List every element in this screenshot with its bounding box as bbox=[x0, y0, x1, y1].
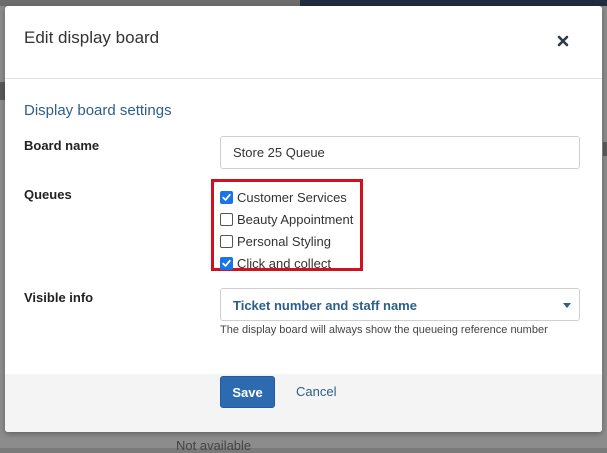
queue-label: Click and collect bbox=[237, 255, 331, 271]
queue-checkbox[interactable] bbox=[220, 212, 233, 226]
queue-label: Customer Services bbox=[237, 189, 347, 205]
queue-item[interactable]: Customer Services bbox=[220, 187, 347, 207]
section-title: Display board settings bbox=[24, 102, 172, 119]
queue-item[interactable]: Personal Styling bbox=[220, 231, 331, 251]
checkmark-icon bbox=[222, 259, 231, 267]
queue-checkbox[interactable] bbox=[220, 190, 233, 204]
caret-down-icon bbox=[563, 303, 571, 308]
close-icon bbox=[557, 35, 569, 47]
queue-label: Beauty Appointment bbox=[237, 211, 354, 227]
dialog-header: Edit display board bbox=[5, 6, 602, 79]
save-button[interactable]: Save bbox=[220, 376, 275, 408]
board-name-label: Board name bbox=[24, 138, 100, 153]
visible-info-helper: The display board will always show the q… bbox=[220, 324, 548, 336]
queue-checkbox[interactable] bbox=[220, 256, 233, 270]
queue-item[interactable]: Click and collect bbox=[220, 253, 331, 273]
queue-item[interactable]: Beauty Appointment bbox=[220, 209, 353, 229]
cancel-button[interactable]: Cancel bbox=[296, 384, 336, 399]
queue-checkbox[interactable] bbox=[220, 234, 233, 248]
visible-info-select[interactable]: Ticket number and staff name bbox=[220, 288, 580, 321]
background-fragment-right bbox=[603, 142, 607, 156]
queue-label: Personal Styling bbox=[237, 233, 331, 249]
close-button[interactable] bbox=[556, 34, 570, 48]
edit-display-board-dialog: Edit display board Display board setting… bbox=[5, 6, 602, 432]
board-name-input[interactable] bbox=[220, 136, 580, 169]
dialog-footer bbox=[5, 374, 602, 432]
background-status-text: Not available bbox=[176, 438, 252, 453]
visible-info-selected: Ticket number and staff name bbox=[233, 298, 417, 313]
dialog-title: Edit display board bbox=[24, 28, 160, 47]
visible-info-label: Visible info bbox=[24, 290, 94, 305]
checkmark-icon bbox=[222, 193, 231, 201]
queues-label: Queues bbox=[24, 187, 72, 202]
